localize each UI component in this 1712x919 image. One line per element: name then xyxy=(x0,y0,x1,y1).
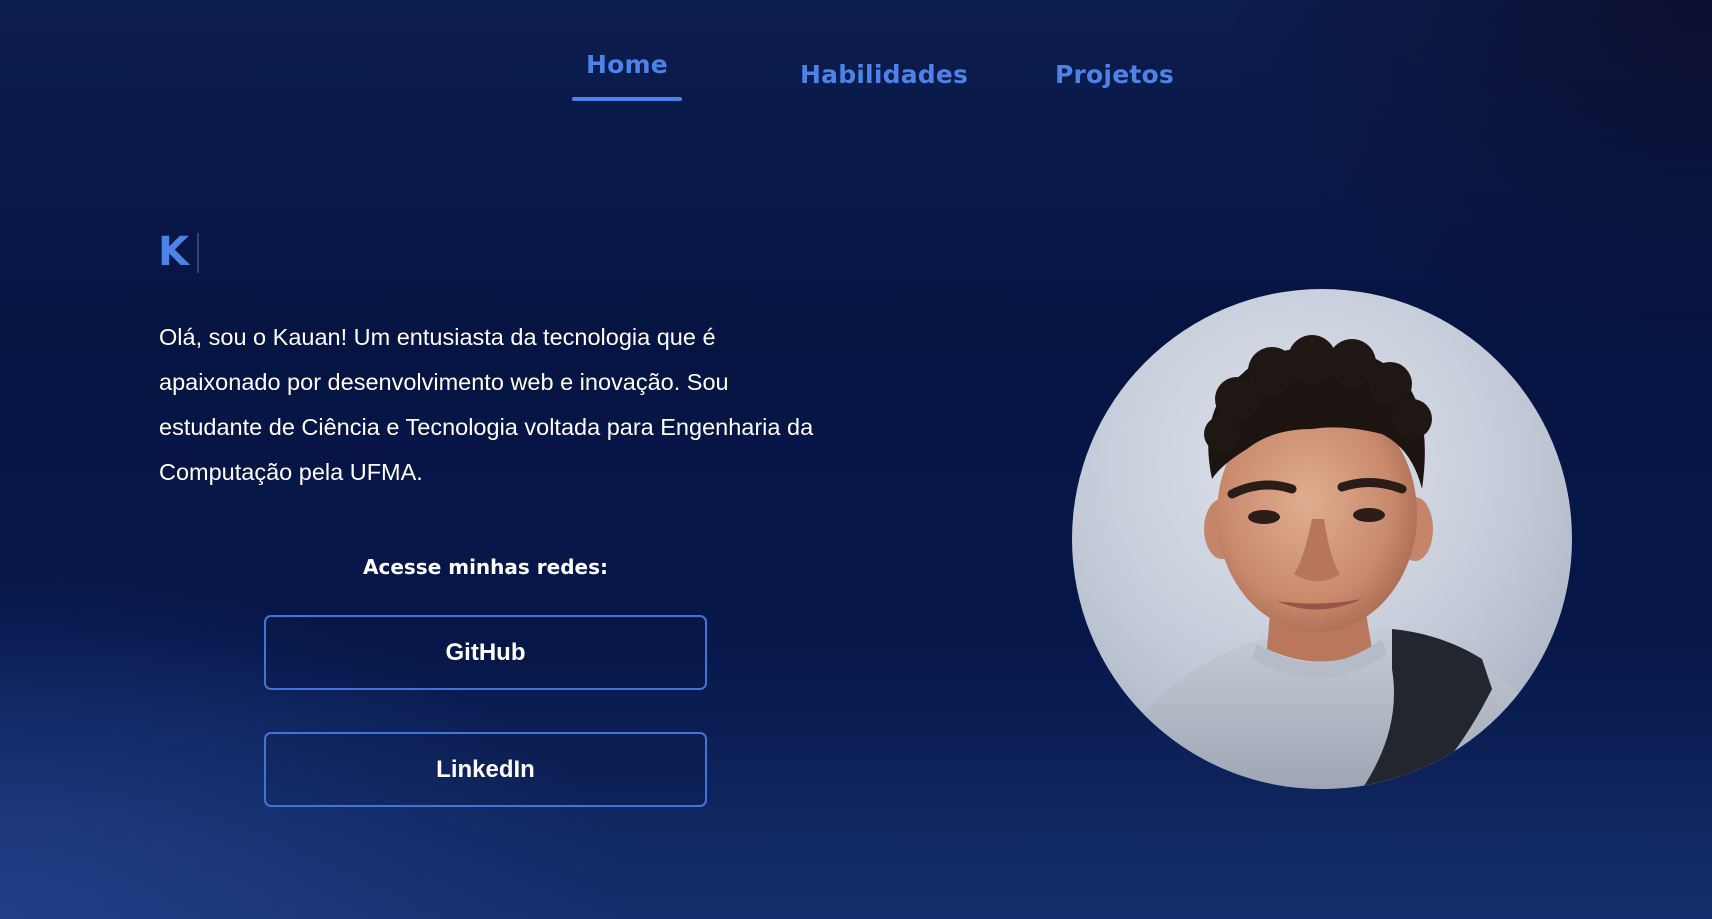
typing-caret xyxy=(197,233,199,273)
nav-active-underline xyxy=(572,97,682,101)
nav-projetos-link[interactable]: Projetos xyxy=(1055,60,1174,89)
typed-name-heading: K xyxy=(158,229,189,275)
nav-home-link[interactable]: Home xyxy=(572,50,682,79)
profile-photo xyxy=(1072,289,1572,789)
socials-heading: Acesse minhas redes: xyxy=(363,555,608,579)
linkedin-button[interactable]: LinkedIn xyxy=(264,732,707,807)
nav-habilidades-link[interactable]: Habilidades xyxy=(800,60,968,89)
intro-paragraph: Olá, sou o Kauan! Um entusiasta da tecno… xyxy=(159,324,814,485)
github-button[interactable]: GitHub xyxy=(264,615,707,690)
main-nav: Home Habilidades Projetos xyxy=(0,0,1712,110)
